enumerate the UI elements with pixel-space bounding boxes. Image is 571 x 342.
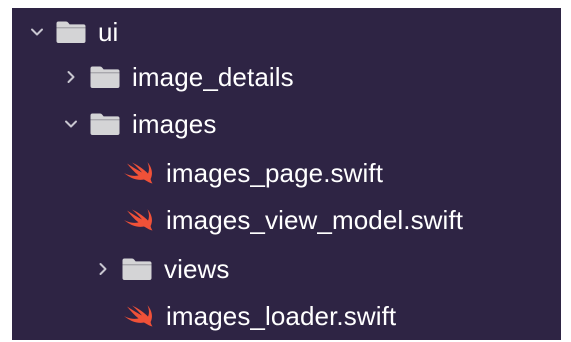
file-tree: ui image_detailsimages images_page.swiftim… bbox=[12, 8, 561, 340]
swift-icon bbox=[121, 206, 155, 234]
tree-row-ui[interactable]: ui bbox=[12, 8, 561, 56]
chevron-right-icon[interactable] bbox=[64, 70, 78, 84]
file-navigator: ui image_detailsimages images_page.swiftim… bbox=[12, 8, 561, 340]
folder-icon bbox=[89, 65, 121, 89]
tree-item-label: images_page.swift bbox=[166, 158, 384, 188]
folder-icon bbox=[55, 20, 87, 44]
swift-icon bbox=[121, 302, 155, 330]
folder-icon bbox=[121, 257, 153, 281]
tree-row-views[interactable]: views bbox=[12, 245, 561, 293]
tree-row-image-details[interactable]: image_details bbox=[12, 53, 561, 101]
swift-icon bbox=[121, 159, 155, 187]
tree-item-label: images bbox=[132, 109, 217, 139]
chevron-down-icon[interactable] bbox=[30, 25, 44, 39]
tree-item-label: ui bbox=[98, 17, 119, 47]
tree-item-label: images_view_model.swift bbox=[166, 205, 464, 235]
chevron-down-icon[interactable] bbox=[64, 117, 78, 131]
tree-item-label: views bbox=[164, 254, 230, 284]
tree-item-label: images_loader.swift bbox=[166, 301, 397, 331]
tree-row-images-view-model[interactable]: images_view_model.swift bbox=[12, 196, 561, 244]
chevron-right-icon[interactable] bbox=[96, 262, 110, 276]
tree-row-images-loader[interactable]: images_loader.swift bbox=[12, 292, 561, 340]
tree-row-images-page[interactable]: images_page.swift bbox=[12, 149, 561, 197]
tree-item-label: image_details bbox=[132, 62, 294, 92]
tree-row-images[interactable]: images bbox=[12, 100, 561, 148]
folder-icon bbox=[89, 112, 121, 136]
